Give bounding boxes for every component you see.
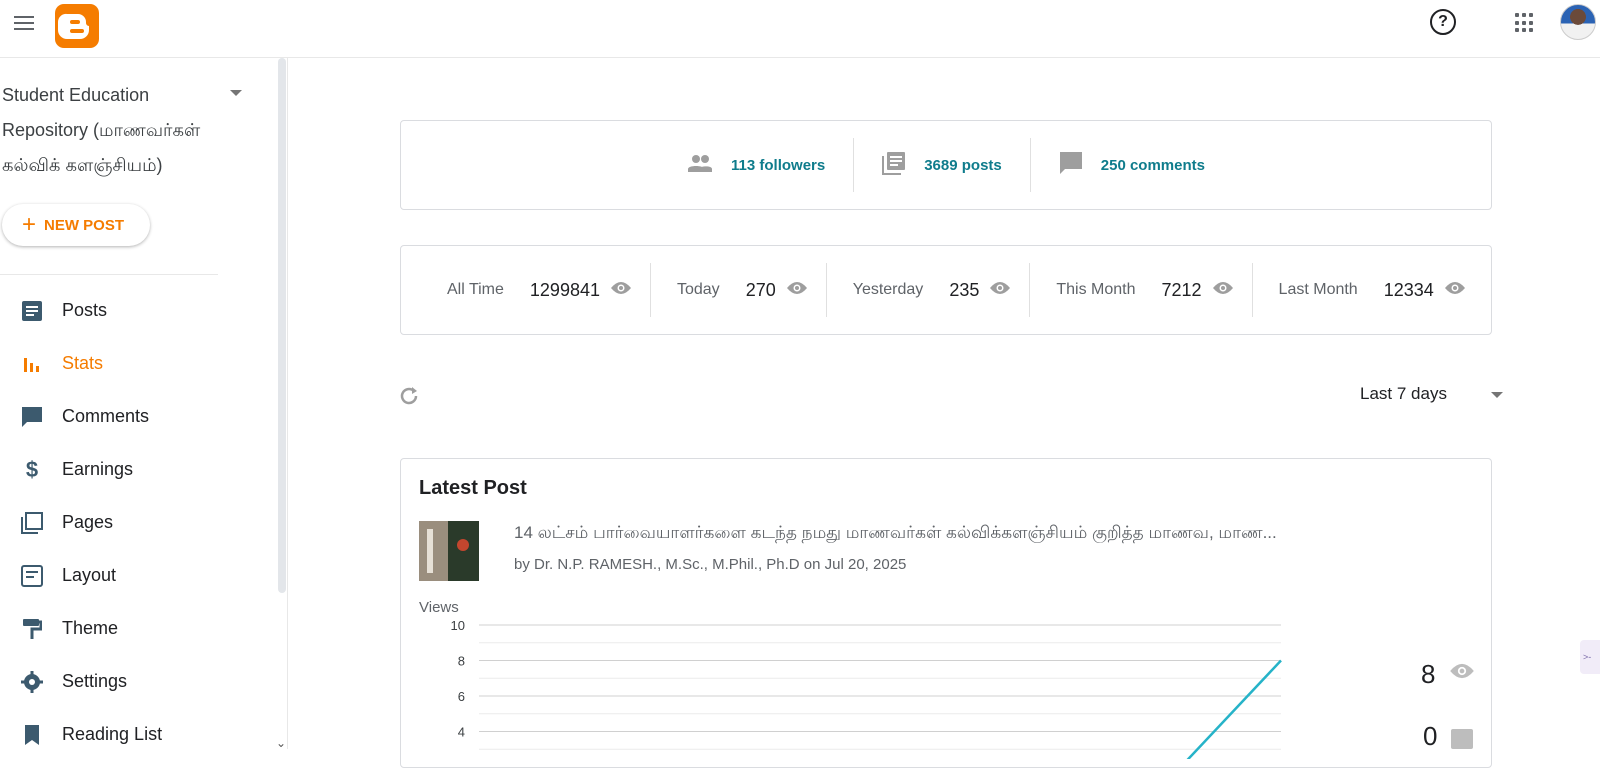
plus-icon: + (22, 211, 37, 238)
eye-icon (1449, 662, 1475, 685)
views-line-chart: 10 8 6 4 (451, 618, 1282, 759)
sidebar-item-posts[interactable]: Posts (0, 284, 270, 337)
chart-y-tick: 8 (458, 654, 465, 669)
sidebar-item-label: Comments (62, 406, 150, 426)
sidebar-item-earnings[interactable]: $ Earnings (0, 443, 270, 496)
comments-count: 250 comments (1100, 156, 1205, 174)
user-avatar[interactable] (1560, 4, 1596, 40)
pageviews-yesterday: Yesterday 235 (825, 263, 1030, 317)
sidebar: Student Education Repository (மாணவர்கள் … (0, 58, 288, 750)
pageviews-value: 270 (745, 279, 776, 300)
chevron-down-icon[interactable]: ⌄ (276, 736, 286, 750)
help-icon[interactable]: ? (1430, 9, 1456, 35)
pageviews-value: 12334 (1383, 279, 1434, 300)
comment-icon (1059, 151, 1083, 179)
latest-post-card: Latest Post 14 லட்சம் பார்வையாளர்களை கடந… (400, 458, 1492, 768)
chevron-down-icon[interactable] (1491, 392, 1503, 398)
eye-icon (989, 281, 1011, 300)
blog-title[interactable]: Student Education Repository (மாணவர்கள் … (2, 78, 222, 183)
pageviews-last-month: Last Month 12334 (1251, 263, 1484, 317)
sidebar-item-settings[interactable]: Settings (0, 655, 270, 708)
apps-icon[interactable] (1515, 13, 1535, 33)
pageviews-label: Last Month (1278, 281, 1358, 298)
blog-switcher-caret-icon[interactable] (230, 90, 242, 96)
chart-series-line (1186, 659, 1282, 759)
comments-stat[interactable]: 250 comments (1029, 138, 1233, 192)
menu-icon[interactable] (12, 12, 36, 36)
pageviews-label: Today (676, 281, 720, 298)
theme-icon (20, 617, 44, 641)
sidebar-divider (0, 274, 218, 275)
sidebar-item-layout[interactable]: Layout (0, 549, 270, 602)
pageviews-value: 7212 (1161, 279, 1202, 300)
eye-icon (1444, 281, 1466, 300)
library-icon (882, 151, 906, 179)
reading-list-icon (20, 723, 44, 747)
sidebar-item-comments[interactable]: Comments (0, 390, 270, 443)
pageviews-label: This Month (1056, 281, 1136, 298)
sidebar-item-theme[interactable]: Theme (0, 602, 270, 655)
new-post-label: NEW POST (44, 216, 125, 234)
blogger-logo[interactable] (55, 4, 99, 48)
pageviews-card: All Time 1299841 Today 270 Yesterday 235… (400, 245, 1492, 335)
pageviews-all-time: All Time 1299841 (435, 263, 650, 317)
posts-stat[interactable]: 3689 posts (853, 138, 1030, 192)
new-post-button[interactable]: + NEW POST (2, 204, 150, 246)
sidebar-item-pages[interactable]: Pages (0, 496, 270, 549)
sidebar-item-label: Layout (62, 565, 117, 585)
sidebar-item-label: Pages (62, 512, 114, 532)
pageviews-today: Today 270 (649, 263, 826, 317)
eye-icon (1212, 281, 1234, 300)
earnings-icon: $ (25, 456, 39, 482)
refresh-icon[interactable] (398, 385, 420, 412)
layout-icon (20, 564, 44, 588)
date-range-select[interactable]: Last 7 days (1360, 384, 1510, 404)
summary-card: 113 followers 3689 posts 250 comments (400, 120, 1492, 210)
pageviews-this-month: This Month 7212 (1029, 263, 1251, 317)
chart-y-tick: 4 (458, 725, 465, 740)
followers-count: 113 followers (731, 156, 826, 174)
eye-icon (610, 281, 632, 300)
followers-stat[interactable]: 113 followers (659, 138, 853, 192)
comments-icon (20, 405, 44, 429)
pageviews-label: All Time (447, 281, 504, 298)
sidebar-item-label: Settings (62, 671, 128, 691)
sidebar-item-reading-list[interactable]: Reading List (0, 708, 270, 761)
chart-y-tick: 6 (458, 689, 465, 704)
posts-count: 3689 posts (924, 156, 1002, 174)
pageviews-value: 1299841 (529, 279, 600, 300)
top-bar: ? (0, 0, 1600, 58)
sidebar-item-label: Reading List (62, 724, 163, 744)
pages-icon (20, 511, 44, 535)
posts-icon (20, 299, 44, 323)
sidebar-item-label: Theme (62, 618, 119, 638)
sidebar-item-stats[interactable]: Stats (0, 337, 270, 390)
sidebar-item-label: Earnings (62, 459, 134, 479)
pageviews-value: 235 (949, 279, 980, 300)
eye-icon (786, 281, 808, 300)
settings-icon (20, 670, 44, 694)
comments-total: 0 (1423, 721, 1438, 751)
side-panel-tab[interactable]: >- (1580, 640, 1600, 674)
comment-icon (1451, 729, 1473, 749)
sidebar-nav: Posts Stats Comments $ Earnings Pages La… (0, 284, 270, 761)
stats-icon (20, 352, 44, 376)
sidebar-item-label: Stats (62, 353, 104, 373)
people-icon (687, 154, 713, 176)
sidebar-item-label: Posts (62, 300, 108, 320)
sidebar-scrollbar[interactable] (278, 58, 286, 593)
chart-y-tick: 10 (451, 618, 465, 633)
views-total: 8 (1421, 659, 1436, 689)
pageviews-label: Yesterday (852, 281, 924, 298)
